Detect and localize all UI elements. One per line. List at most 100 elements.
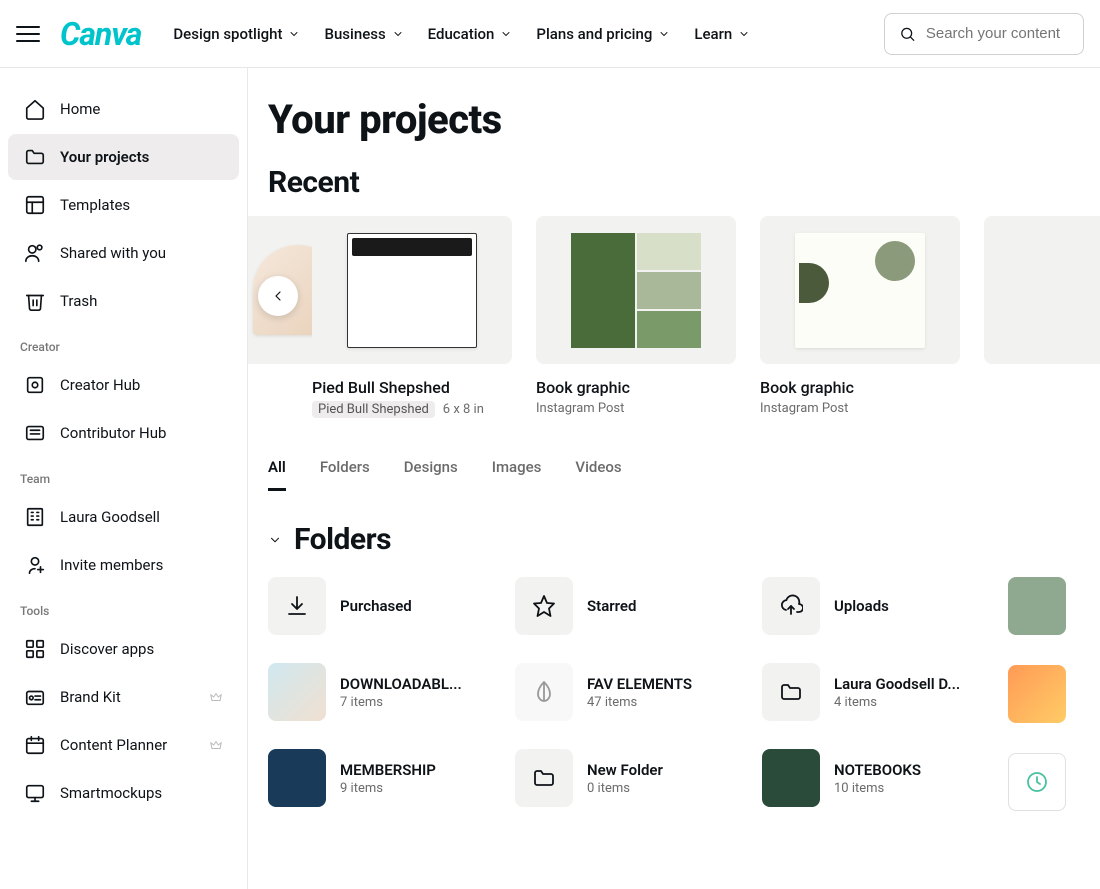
clock-icon: [1025, 770, 1049, 794]
recent-card[interactable]: Book graphic Instagram Post: [536, 216, 736, 418]
sidebar-item-trash[interactable]: Trash: [8, 278, 239, 324]
sidebar-item-templates[interactable]: Templates: [8, 182, 239, 228]
folder-downloadable[interactable]: DOWNLOADABL... 7 items: [268, 663, 513, 721]
folder-name: NOTEBOOKS: [834, 761, 921, 779]
search-box[interactable]: [884, 13, 1084, 55]
sidebar-label: Contributor Hub: [60, 424, 166, 442]
sidebar-label: Shared with you: [60, 244, 166, 262]
recent-card[interactable]: Book graphic Instagram Post: [760, 216, 960, 418]
chevron-down-icon: [500, 28, 512, 40]
folder-purchased[interactable]: Purchased: [268, 577, 513, 635]
folders-grid: Purchased Starred Uploads: [268, 577, 1100, 807]
download-icon: [285, 594, 309, 618]
sidebar-item-shared[interactable]: Shared with you: [8, 230, 239, 276]
trash-icon: [24, 290, 46, 312]
folder-thumbnail: [762, 577, 820, 635]
menu-icon[interactable]: [16, 22, 40, 46]
nav-business[interactable]: Business: [324, 25, 403, 43]
folder-count: 10 items: [834, 781, 921, 796]
sidebar-item-content-planner[interactable]: Content Planner: [8, 722, 239, 768]
sidebar-section-tools: Tools: [4, 590, 243, 624]
apps-icon: [24, 638, 46, 660]
folder-membership[interactable]: MEMBERSHIP 9 items: [268, 749, 513, 807]
folder-thumbnail: [762, 749, 820, 807]
folder-uploads[interactable]: Uploads: [762, 577, 1007, 635]
tab-all[interactable]: All: [268, 458, 286, 491]
folder-thumbnail: [268, 749, 326, 807]
folder-count: 9 items: [340, 781, 436, 796]
sidebar-item-invite[interactable]: Invite members: [8, 542, 239, 588]
folders-section-header[interactable]: Folders: [268, 522, 1100, 557]
recent-card[interactable]: ic st: [248, 216, 288, 418]
sidebar-item-brand-kit[interactable]: Brand Kit: [8, 674, 239, 720]
sidebar-section-team: Team: [4, 458, 243, 492]
templates-icon: [24, 194, 46, 216]
folder-count: 0 items: [587, 781, 663, 796]
nav-plans-pricing[interactable]: Plans and pricing: [536, 25, 670, 43]
sidebar-item-team-member[interactable]: Laura Goodsell: [8, 494, 239, 540]
sidebar-item-discover-apps[interactable]: Discover apps: [8, 626, 239, 672]
chevron-down-icon: [658, 28, 670, 40]
sidebar-label: Home: [60, 100, 100, 118]
card-thumbnail: [536, 216, 736, 364]
folder-new-folder[interactable]: New Folder 0 items: [515, 749, 760, 807]
home-icon: [24, 98, 46, 120]
page-title: Your projects: [268, 96, 1100, 143]
chevron-down-icon: [738, 28, 750, 40]
search-input[interactable]: [926, 25, 1069, 42]
nav-design-spotlight[interactable]: Design spotlight: [173, 25, 300, 43]
recent-header: Recent: [268, 165, 1100, 200]
sidebar-label: Your projects: [60, 148, 149, 166]
shared-icon: [24, 242, 46, 264]
tab-images[interactable]: Images: [492, 458, 542, 491]
canva-logo[interactable]: Canva: [60, 15, 141, 53]
tab-designs[interactable]: Designs: [404, 458, 458, 491]
leaf-icon: [532, 680, 556, 704]
sidebar-label: Discover apps: [60, 640, 154, 658]
chevron-left-icon: [270, 288, 286, 304]
sidebar-item-smartmockups[interactable]: Smartmockups: [8, 770, 239, 816]
folder-name: New Folder: [587, 761, 663, 779]
content-tabs: All Folders Designs Images Videos: [268, 458, 1100, 492]
folder-thumbnail: [515, 663, 573, 721]
folder-count: 7 items: [340, 695, 462, 710]
sidebar-label: Laura Goodsell: [60, 508, 160, 526]
folder-notebooks[interactable]: NOTEBOOKS 10 items: [762, 749, 1007, 807]
recent-card[interactable]: [984, 216, 1014, 418]
sidebar-label: Trash: [60, 292, 97, 310]
chevron-down-icon: [288, 28, 300, 40]
folder-name: Purchased: [340, 597, 412, 615]
folders-title: Folders: [294, 522, 391, 557]
sidebar-item-home[interactable]: Home: [8, 86, 239, 132]
folder-thumbnail-partial[interactable]: [1008, 665, 1066, 723]
top-header: Canva Design spotlight Business Educatio…: [0, 0, 1100, 68]
folder-icon: [532, 766, 556, 790]
upload-icon: [779, 594, 803, 618]
chevron-down-icon: [392, 28, 404, 40]
sidebar-label: Templates: [60, 196, 130, 214]
nav-label: Education: [428, 25, 495, 43]
nav-learn[interactable]: Learn: [694, 25, 750, 43]
sidebar-label: Content Planner: [60, 736, 167, 754]
scroll-left-button[interactable]: [258, 276, 298, 316]
tab-folders[interactable]: Folders: [320, 458, 370, 491]
sidebar-item-creator-hub[interactable]: Creator Hub: [8, 362, 239, 408]
building-icon: [24, 506, 46, 528]
tab-videos[interactable]: Videos: [575, 458, 621, 491]
folder-name: Uploads: [834, 597, 889, 615]
card-title: Book graphic: [760, 378, 960, 397]
sidebar-item-your-projects[interactable]: Your projects: [8, 134, 239, 180]
brand-kit-icon: [24, 686, 46, 708]
folder-thumbnail-partial[interactable]: [1008, 753, 1066, 811]
folder-thumbnail-partial[interactable]: [1008, 577, 1066, 635]
sidebar-item-contributor-hub[interactable]: Contributor Hub: [8, 410, 239, 456]
sidebar-label: Invite members: [60, 556, 163, 574]
recent-card[interactable]: Pied Bull Shepshed Pied Bull Shepshed 6 …: [312, 216, 512, 418]
folder-fav-elements[interactable]: FAV ELEMENTS 47 items: [515, 663, 760, 721]
folder-name: DOWNLOADABL...: [340, 675, 462, 693]
crown-icon: [209, 690, 223, 704]
folder-starred[interactable]: Starred: [515, 577, 760, 635]
nav-education[interactable]: Education: [428, 25, 513, 43]
folder-laura-goodsell[interactable]: Laura Goodsell D... 4 items: [762, 663, 1007, 721]
folder-thumbnail: [515, 577, 573, 635]
